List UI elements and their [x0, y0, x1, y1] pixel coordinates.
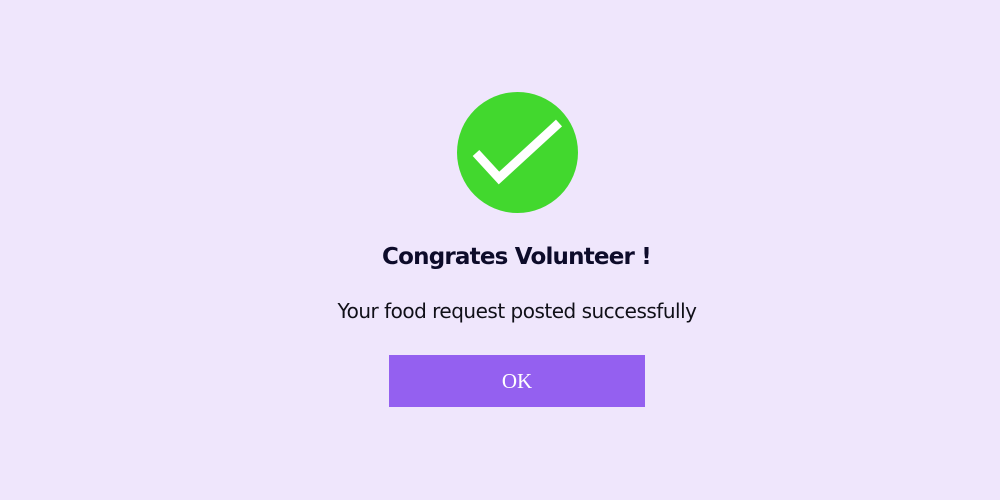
dialog-title: Congrates Volunteer !: [382, 244, 652, 270]
dialog-message: Your food request posted successfully: [337, 299, 697, 323]
ok-button[interactable]: OK: [389, 355, 645, 407]
success-dialog: Congrates Volunteer ! Your food request …: [0, 0, 1000, 500]
check-circle-icon: [457, 92, 578, 213]
